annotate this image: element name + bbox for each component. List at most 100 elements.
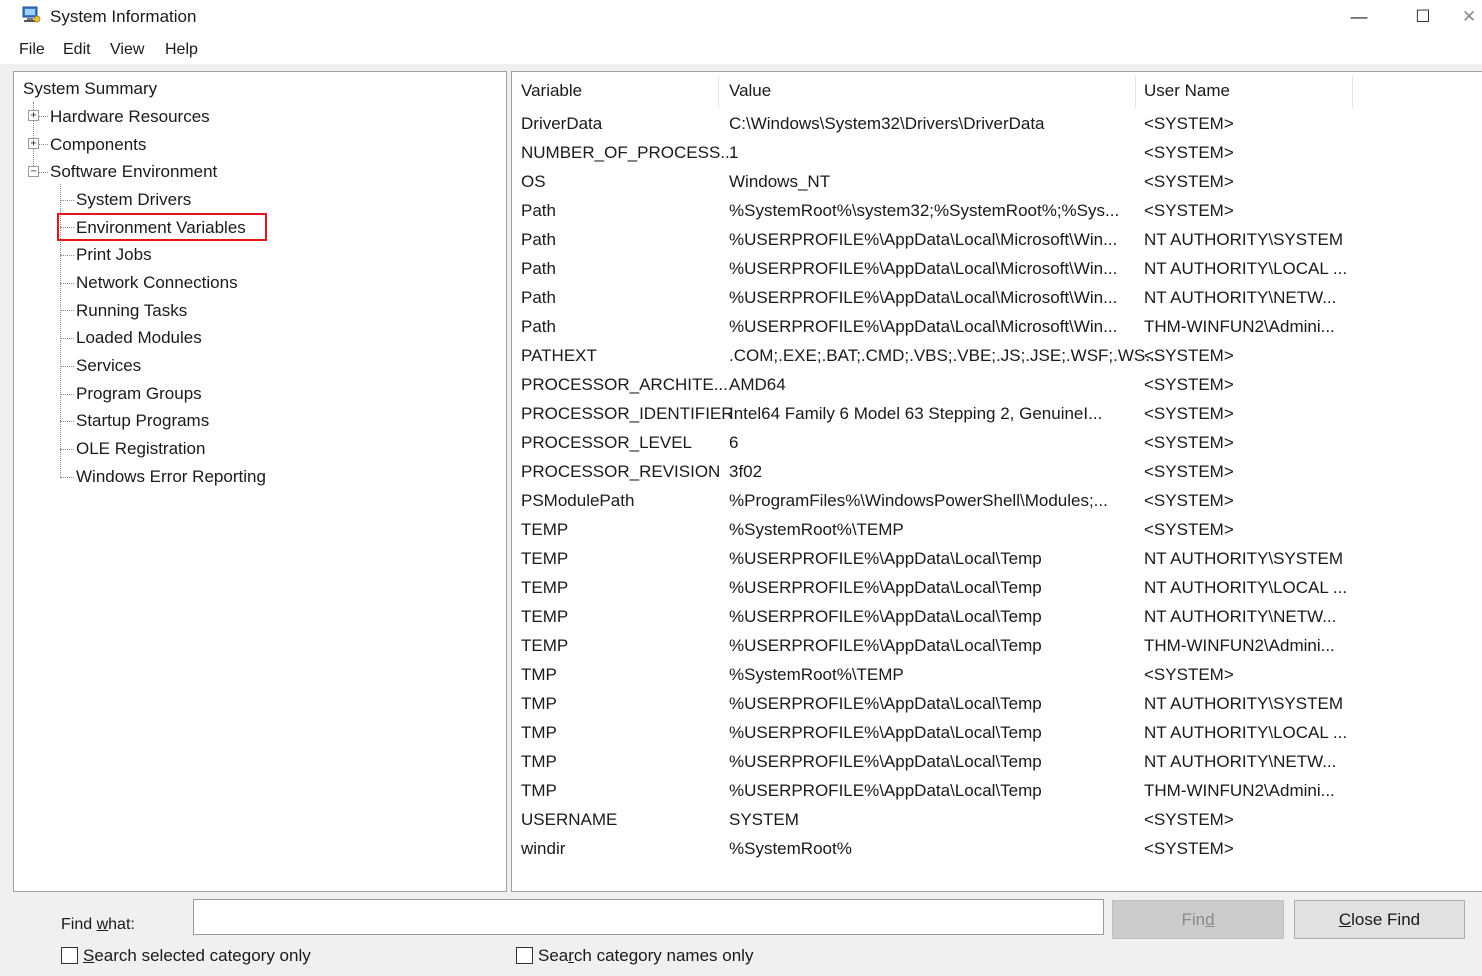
cell-user-name[interactable]: <SYSTEM>	[1144, 810, 1234, 830]
column-header-user-name[interactable]: User Name	[1144, 81, 1230, 101]
column-header-value[interactable]: Value	[729, 81, 771, 101]
cell-value[interactable]: %SystemRoot%\TEMP	[729, 520, 904, 540]
cell-user-name[interactable]: <SYSTEM>	[1144, 665, 1234, 685]
cell-variable[interactable]: windir	[521, 839, 565, 859]
cell-variable[interactable]: PSModulePath	[521, 491, 634, 511]
tree-item-program-groups[interactable]: Program Groups	[76, 384, 202, 404]
cell-user-name[interactable]: <SYSTEM>	[1144, 375, 1234, 395]
cell-user-name[interactable]: NT AUTHORITY\SYSTEM	[1144, 549, 1343, 569]
menu-file[interactable]: File	[19, 41, 45, 59]
collapse-icon[interactable]: −	[28, 166, 39, 177]
cell-variable[interactable]: PROCESSOR_ARCHITE...	[521, 375, 728, 395]
cell-user-name[interactable]: NT AUTHORITY\SYSTEM	[1144, 694, 1343, 714]
search-category-names-label[interactable]: Search category names only	[538, 946, 753, 966]
cell-user-name[interactable]: NT AUTHORITY\LOCAL ...	[1144, 578, 1347, 598]
cell-variable[interactable]: TEMP	[521, 578, 568, 598]
cell-variable[interactable]: Path	[521, 259, 556, 279]
cell-value[interactable]: %ProgramFiles%\WindowsPowerShell\Modules…	[729, 491, 1108, 511]
tree-item-ole-registration[interactable]: OLE Registration	[76, 439, 205, 459]
cell-user-name[interactable]: THM-WINFUN2\Admini...	[1144, 781, 1335, 801]
cell-variable[interactable]: PROCESSOR_IDENTIFIER	[521, 404, 734, 424]
tree-item-startup-programs[interactable]: Startup Programs	[76, 411, 209, 431]
cell-value[interactable]: %SystemRoot%\TEMP	[729, 665, 904, 685]
cell-variable[interactable]: OS	[521, 172, 546, 192]
cell-user-name[interactable]: <SYSTEM>	[1144, 491, 1234, 511]
cell-user-name[interactable]: <SYSTEM>	[1144, 172, 1234, 192]
cell-value[interactable]: %USERPROFILE%\AppData\Local\Temp	[729, 578, 1042, 598]
cell-user-name[interactable]: NT AUTHORITY\SYSTEM	[1144, 230, 1343, 250]
column-header-variable[interactable]: Variable	[521, 81, 582, 101]
cell-value[interactable]: Windows_NT	[729, 172, 830, 192]
cell-value[interactable]: %USERPROFILE%\AppData\Local\Microsoft\Wi…	[729, 317, 1117, 337]
cell-user-name[interactable]: THM-WINFUN2\Admini...	[1144, 636, 1335, 656]
cell-user-name[interactable]: <SYSTEM>	[1144, 520, 1234, 540]
search-selected-category-checkbox[interactable]	[61, 947, 78, 964]
close-button[interactable]: ✕	[1462, 2, 1482, 32]
cell-user-name[interactable]: NT AUTHORITY\NETW...	[1144, 288, 1336, 308]
cell-value[interactable]: %USERPROFILE%\AppData\Local\Microsoft\Wi…	[729, 259, 1117, 279]
tree-item-loaded-modules[interactable]: Loaded Modules	[76, 328, 202, 348]
cell-value[interactable]: SYSTEM	[729, 810, 799, 830]
cell-variable[interactable]: TEMP	[521, 549, 568, 569]
menu-edit[interactable]: Edit	[63, 41, 91, 59]
cell-variable[interactable]: NUMBER_OF_PROCESS...	[521, 143, 735, 163]
tree-item-services[interactable]: Services	[76, 356, 141, 376]
tree-item-software-environment[interactable]: Software Environment	[50, 162, 217, 182]
cell-variable[interactable]: PROCESSOR_REVISION	[521, 462, 720, 482]
column-divider[interactable]	[1135, 76, 1136, 108]
search-category-names-checkbox[interactable]	[516, 947, 533, 964]
cell-user-name[interactable]: <SYSTEM>	[1144, 433, 1234, 453]
cell-variable[interactable]: TMP	[521, 723, 557, 743]
cell-user-name[interactable]: THM-WINFUN2\Admini...	[1144, 317, 1335, 337]
column-divider[interactable]	[1352, 76, 1353, 108]
tree-item-network-connections[interactable]: Network Connections	[76, 273, 238, 293]
find-button[interactable]: Fin d	[1112, 900, 1284, 939]
cell-variable[interactable]: PATHEXT	[521, 346, 597, 366]
cell-user-name[interactable]: <SYSTEM>	[1144, 114, 1234, 134]
cell-user-name[interactable]: <SYSTEM>	[1144, 839, 1234, 859]
cell-variable[interactable]: Path	[521, 288, 556, 308]
cell-value[interactable]: %USERPROFILE%\AppData\Local\Microsoft\Wi…	[729, 230, 1117, 250]
cell-value[interactable]: 6	[729, 433, 738, 453]
cell-value[interactable]: %SystemRoot%	[729, 839, 852, 859]
tree-item-running-tasks[interactable]: Running Tasks	[76, 301, 187, 321]
cell-value[interactable]: %SystemRoot%\system32;%SystemRoot%;%Sys.…	[729, 201, 1119, 221]
cell-variable[interactable]: Path	[521, 201, 556, 221]
category-tree[interactable]: System Summary + Hardware Resources + Co…	[13, 71, 507, 892]
cell-user-name[interactable]: NT AUTHORITY\LOCAL ...	[1144, 723, 1347, 743]
cell-value[interactable]: .COM;.EXE;.BAT;.CMD;.VBS;.VBE;.JS;.JSE;.…	[729, 346, 1159, 366]
cell-variable[interactable]: USERNAME	[521, 810, 617, 830]
cell-user-name[interactable]: NT AUTHORITY\NETW...	[1144, 752, 1336, 772]
tree-item-system-summary[interactable]: System Summary	[23, 79, 157, 99]
cell-value[interactable]: %USERPROFILE%\AppData\Local\Temp	[729, 781, 1042, 801]
expand-icon[interactable]: +	[28, 138, 39, 149]
cell-user-name[interactable]: <SYSTEM>	[1144, 462, 1234, 482]
find-what-input[interactable]	[193, 899, 1104, 935]
cell-variable[interactable]: PROCESSOR_LEVEL	[521, 433, 692, 453]
cell-variable[interactable]: TMP	[521, 665, 557, 685]
cell-variable[interactable]: Path	[521, 230, 556, 250]
tree-item-hardware-resources[interactable]: Hardware Resources	[50, 107, 210, 127]
cell-value[interactable]: %USERPROFILE%\AppData\Local\Temp	[729, 752, 1042, 772]
menu-view[interactable]: View	[110, 41, 144, 59]
cell-user-name[interactable]: NT AUTHORITY\NETW...	[1144, 607, 1336, 627]
cell-value[interactable]: %USERPROFILE%\AppData\Local\Temp	[729, 694, 1042, 714]
tree-item-print-jobs[interactable]: Print Jobs	[76, 245, 152, 265]
cell-value[interactable]: 3f02	[729, 462, 762, 482]
tree-item-windows-error-reporting[interactable]: Windows Error Reporting	[76, 467, 266, 487]
cell-user-name[interactable]: <SYSTEM>	[1144, 346, 1234, 366]
cell-user-name[interactable]: <SYSTEM>	[1144, 201, 1234, 221]
cell-user-name[interactable]: <SYSTEM>	[1144, 404, 1234, 424]
details-list[interactable]: Variable Value User Name DriverData C:\Wi…	[511, 71, 1482, 892]
cell-variable[interactable]: TMP	[521, 694, 557, 714]
search-selected-category-label[interactable]: Search selected category only	[83, 946, 311, 966]
cell-value[interactable]: %USERPROFILE%\AppData\Local\Temp	[729, 549, 1042, 569]
cell-value[interactable]: %USERPROFILE%\AppData\Local\Temp	[729, 723, 1042, 743]
minimize-button[interactable]: —	[1336, 2, 1382, 32]
cell-value[interactable]: Intel64 Family 6 Model 63 Stepping 2, Ge…	[729, 404, 1102, 424]
cell-value[interactable]: %USERPROFILE%\AppData\Local\Microsoft\Wi…	[729, 288, 1117, 308]
cell-variable[interactable]: TMP	[521, 781, 557, 801]
cell-variable[interactable]: DriverData	[521, 114, 602, 134]
cell-variable[interactable]: TEMP	[521, 636, 568, 656]
tree-item-components[interactable]: Components	[50, 135, 146, 155]
